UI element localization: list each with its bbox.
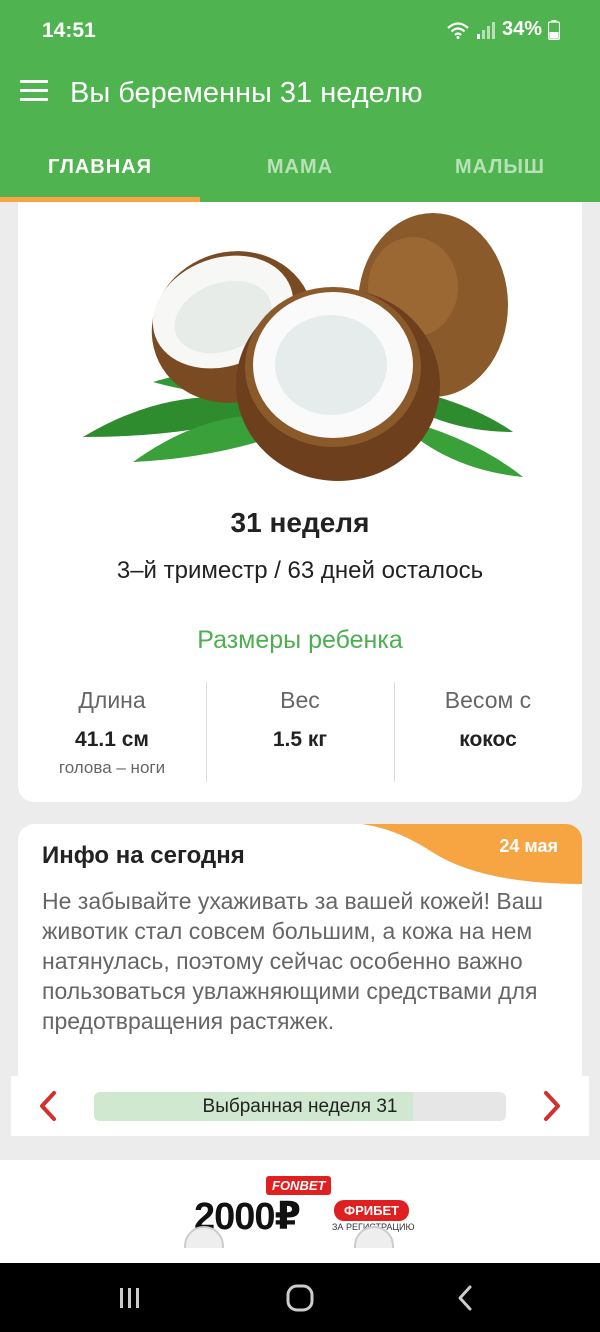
tab-bar: ГЛАВНАЯ МАМА МАЛЫШ <box>0 128 600 202</box>
info-title: Инфо на сегодня <box>42 842 245 869</box>
ad-area: FONBET 2000₽ ФРИБЕТ ЗА РЕГИСТРАЦИЮ <box>0 1160 600 1263</box>
info-card: 24 мая Инфо на сегодня Не забывайте ухаж… <box>18 824 582 1084</box>
battery-percent: 34% <box>501 18 542 40</box>
status-time: 14:51 <box>42 19 96 42</box>
stat-compare: Весом с кокос <box>394 682 582 782</box>
hamburger-menu-icon[interactable] <box>20 80 48 104</box>
system-nav-bar <box>0 1263 600 1332</box>
stat-compare-label: Весом с <box>444 687 532 713</box>
chevron-right-icon[interactable] <box>535 1090 567 1122</box>
stat-compare-value: кокос <box>459 728 517 751</box>
selected-week-label: Выбранная неделя 31 <box>202 1096 398 1117</box>
stat-length: Длина 41.1 см голова – ноги <box>18 682 206 782</box>
week-selector: Выбранная неделя 31 <box>11 1076 589 1136</box>
wifi-icon <box>447 21 469 39</box>
coconut-image <box>83 213 523 481</box>
week-title: 31 неделя <box>230 507 370 538</box>
status-icons: 34% <box>446 18 560 41</box>
page-title: Вы беременны 31 неделю <box>70 77 423 109</box>
baby-stats: Длина 41.1 см голова – ноги Вес 1.5 кг В… <box>18 682 582 782</box>
back-icon[interactable] <box>446 1283 486 1313</box>
trimester-line: 3–й триместр / 63 дней осталось <box>116 557 484 584</box>
home-icon[interactable] <box>280 1283 320 1313</box>
ad-banner[interactable]: FONBET 2000₽ ФРИБЕТ ЗА РЕГИСТРАЦИЮ <box>184 1176 416 1248</box>
stat-length-label: Длина <box>78 687 146 713</box>
stat-weight: Вес 1.5 кг <box>206 682 394 782</box>
stat-length-value: 41.1 см <box>75 728 149 751</box>
ad-badge: ФРИБЕТ <box>334 1200 410 1221</box>
chevron-left-icon[interactable] <box>33 1090 65 1122</box>
week-progress-bar[interactable]: Выбранная неделя 31 <box>94 1092 506 1121</box>
tab-mom[interactable]: МАМА <box>200 128 400 202</box>
baby-sizes-title[interactable]: Размеры ребенка <box>18 626 582 655</box>
tab-main[interactable]: ГЛАВНАЯ <box>0 128 200 202</box>
signal-icon <box>476 21 495 39</box>
tab-baby[interactable]: МАЛЫШ <box>400 128 600 202</box>
toolbar: Вы беременны 31 неделю <box>0 60 600 128</box>
week-card: 31 неделя 3–й триместр / 63 дней осталос… <box>18 202 582 802</box>
ad-brand: FONBET <box>266 1176 332 1195</box>
stat-weight-value: 1.5 кг <box>272 728 328 751</box>
status-bar: 14:51 34% <box>0 0 600 60</box>
stat-length-sub: голова – ноги <box>58 758 166 777</box>
info-text: Не забывайте ухаживать за вашей кожей! В… <box>42 888 544 1034</box>
app-bar: 14:51 34% Вы беременны 31 неделю ГЛАВНАЯ… <box>0 0 600 202</box>
stat-weight-label: Вес <box>280 687 320 713</box>
battery-icon <box>548 19 560 40</box>
recent-apps-icon[interactable] <box>110 1283 150 1313</box>
info-date: 24 мая <box>499 836 558 856</box>
